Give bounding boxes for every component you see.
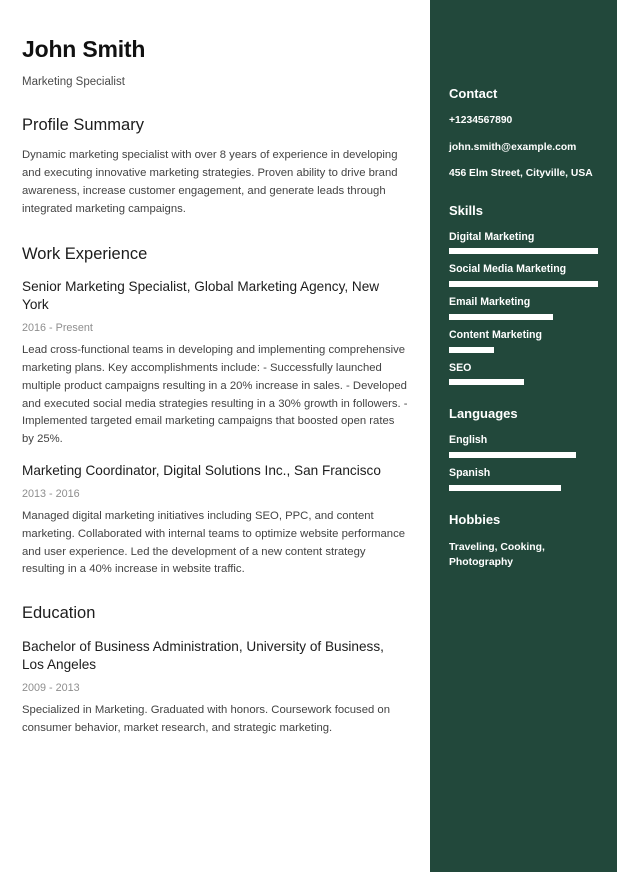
degree-description: Specialized in Marketing. Graduated with…	[22, 704, 390, 734]
skill-meter-fill	[449, 281, 598, 288]
language-meter-track	[449, 452, 598, 459]
languages-section-title: Languages	[449, 406, 518, 422]
language-item: Spanish	[449, 467, 598, 491]
degree-title: Bachelor of Business Administration, Uni…	[22, 638, 384, 672]
resume-sidebar: Contact +1234567890 john.smith@example.c…	[430, 0, 617, 872]
skill-meter-fill	[449, 313, 554, 320]
language-item: English	[449, 434, 598, 459]
language-meter-fill	[449, 484, 561, 491]
candidate-name: John Smith	[22, 36, 146, 62]
skill-label: SEO	[449, 361, 472, 374]
education-entry: Bachelor of Business Administration, Uni…	[22, 638, 408, 738]
profile-summary-text: Dynamic marketing specialist with over 8…	[22, 149, 398, 215]
resume-main-column: John Smith Marketing Specialist Profile …	[0, 0, 430, 872]
language-label: English	[449, 434, 488, 447]
education-section: Education Bachelor of Business Administr…	[22, 603, 408, 737]
skill-meter-track	[449, 281, 598, 288]
candidate-headline: Marketing Specialist	[22, 75, 125, 88]
skill-item: Content Marketing	[449, 329, 598, 353]
skill-label: Social Media Marketing	[449, 263, 567, 276]
language-meter-fill	[449, 452, 576, 459]
work-experience-entry: Senior Marketing Specialist, Global Mark…	[22, 278, 408, 449]
job-description: Managed digital marketing initiatives in…	[22, 510, 406, 576]
work-experience-entry: Marketing Coordinator, Digital Solutions…	[22, 462, 408, 579]
job-title: Marketing Coordinator, Digital Solutions…	[22, 463, 381, 479]
skill-meter-track	[449, 346, 598, 353]
language-label: Spanish	[449, 467, 491, 480]
skill-meter-track	[449, 379, 598, 386]
skill-meter-fill	[449, 248, 598, 255]
job-date-range: 2016 - Present	[22, 322, 93, 335]
skill-meter-fill	[449, 346, 494, 353]
resume-header: John Smith Marketing Specialist	[22, 36, 408, 90]
skill-label: Email Marketing	[449, 296, 531, 309]
skill-meter-fill	[449, 379, 524, 386]
skill-item: SEO	[449, 362, 598, 386]
contact-phone: +1234567890	[449, 114, 513, 126]
contact-section-title: Contact	[449, 86, 498, 101]
resume-document: John Smith Marketing Specialist Profile …	[0, 0, 617, 872]
hobbies-section: Hobbies Traveling, Cooking, Photography	[449, 512, 598, 570]
degree-date-range: 2009 - 2013	[22, 682, 80, 695]
work-experience-section: Work Experience Senior Marketing Special…	[22, 244, 408, 580]
skill-item: Digital Marketing	[449, 231, 598, 255]
skill-label: Digital Marketing	[449, 230, 535, 243]
skill-meter-track	[449, 248, 598, 255]
skill-meter-track	[449, 313, 598, 320]
profile-summary-title: Profile Summary	[22, 115, 144, 134]
job-description: Lead cross-functional teams in developin…	[22, 344, 408, 446]
skills-section-title: Skills	[449, 202, 483, 218]
language-meter-track	[449, 484, 598, 491]
contact-address: 456 Elm Street, Cityville, USA	[449, 168, 593, 180]
profile-summary-section: Profile Summary Dynamic marketing specia…	[22, 115, 408, 219]
skill-item: Social Media Marketing	[449, 263, 598, 288]
hobbies-section-title: Hobbies	[449, 511, 501, 527]
hobbies-list: Traveling, Cooking, Photography	[449, 541, 545, 568]
education-title: Education	[22, 604, 96, 623]
skill-item: Email Marketing	[449, 296, 598, 320]
languages-section: Languages English Spanish	[449, 406, 598, 491]
contact-email: john.smith@example.com	[449, 141, 577, 153]
contact-section: Contact +1234567890 john.smith@example.c…	[449, 86, 598, 182]
skill-label: Content Marketing	[449, 328, 542, 341]
job-title: Senior Marketing Specialist, Global Mark…	[22, 279, 380, 313]
job-date-range: 2013 - 2016	[22, 488, 80, 501]
work-experience-title: Work Experience	[22, 244, 148, 263]
skills-section: Skills Digital Marketing Social Media Ma…	[449, 203, 598, 386]
